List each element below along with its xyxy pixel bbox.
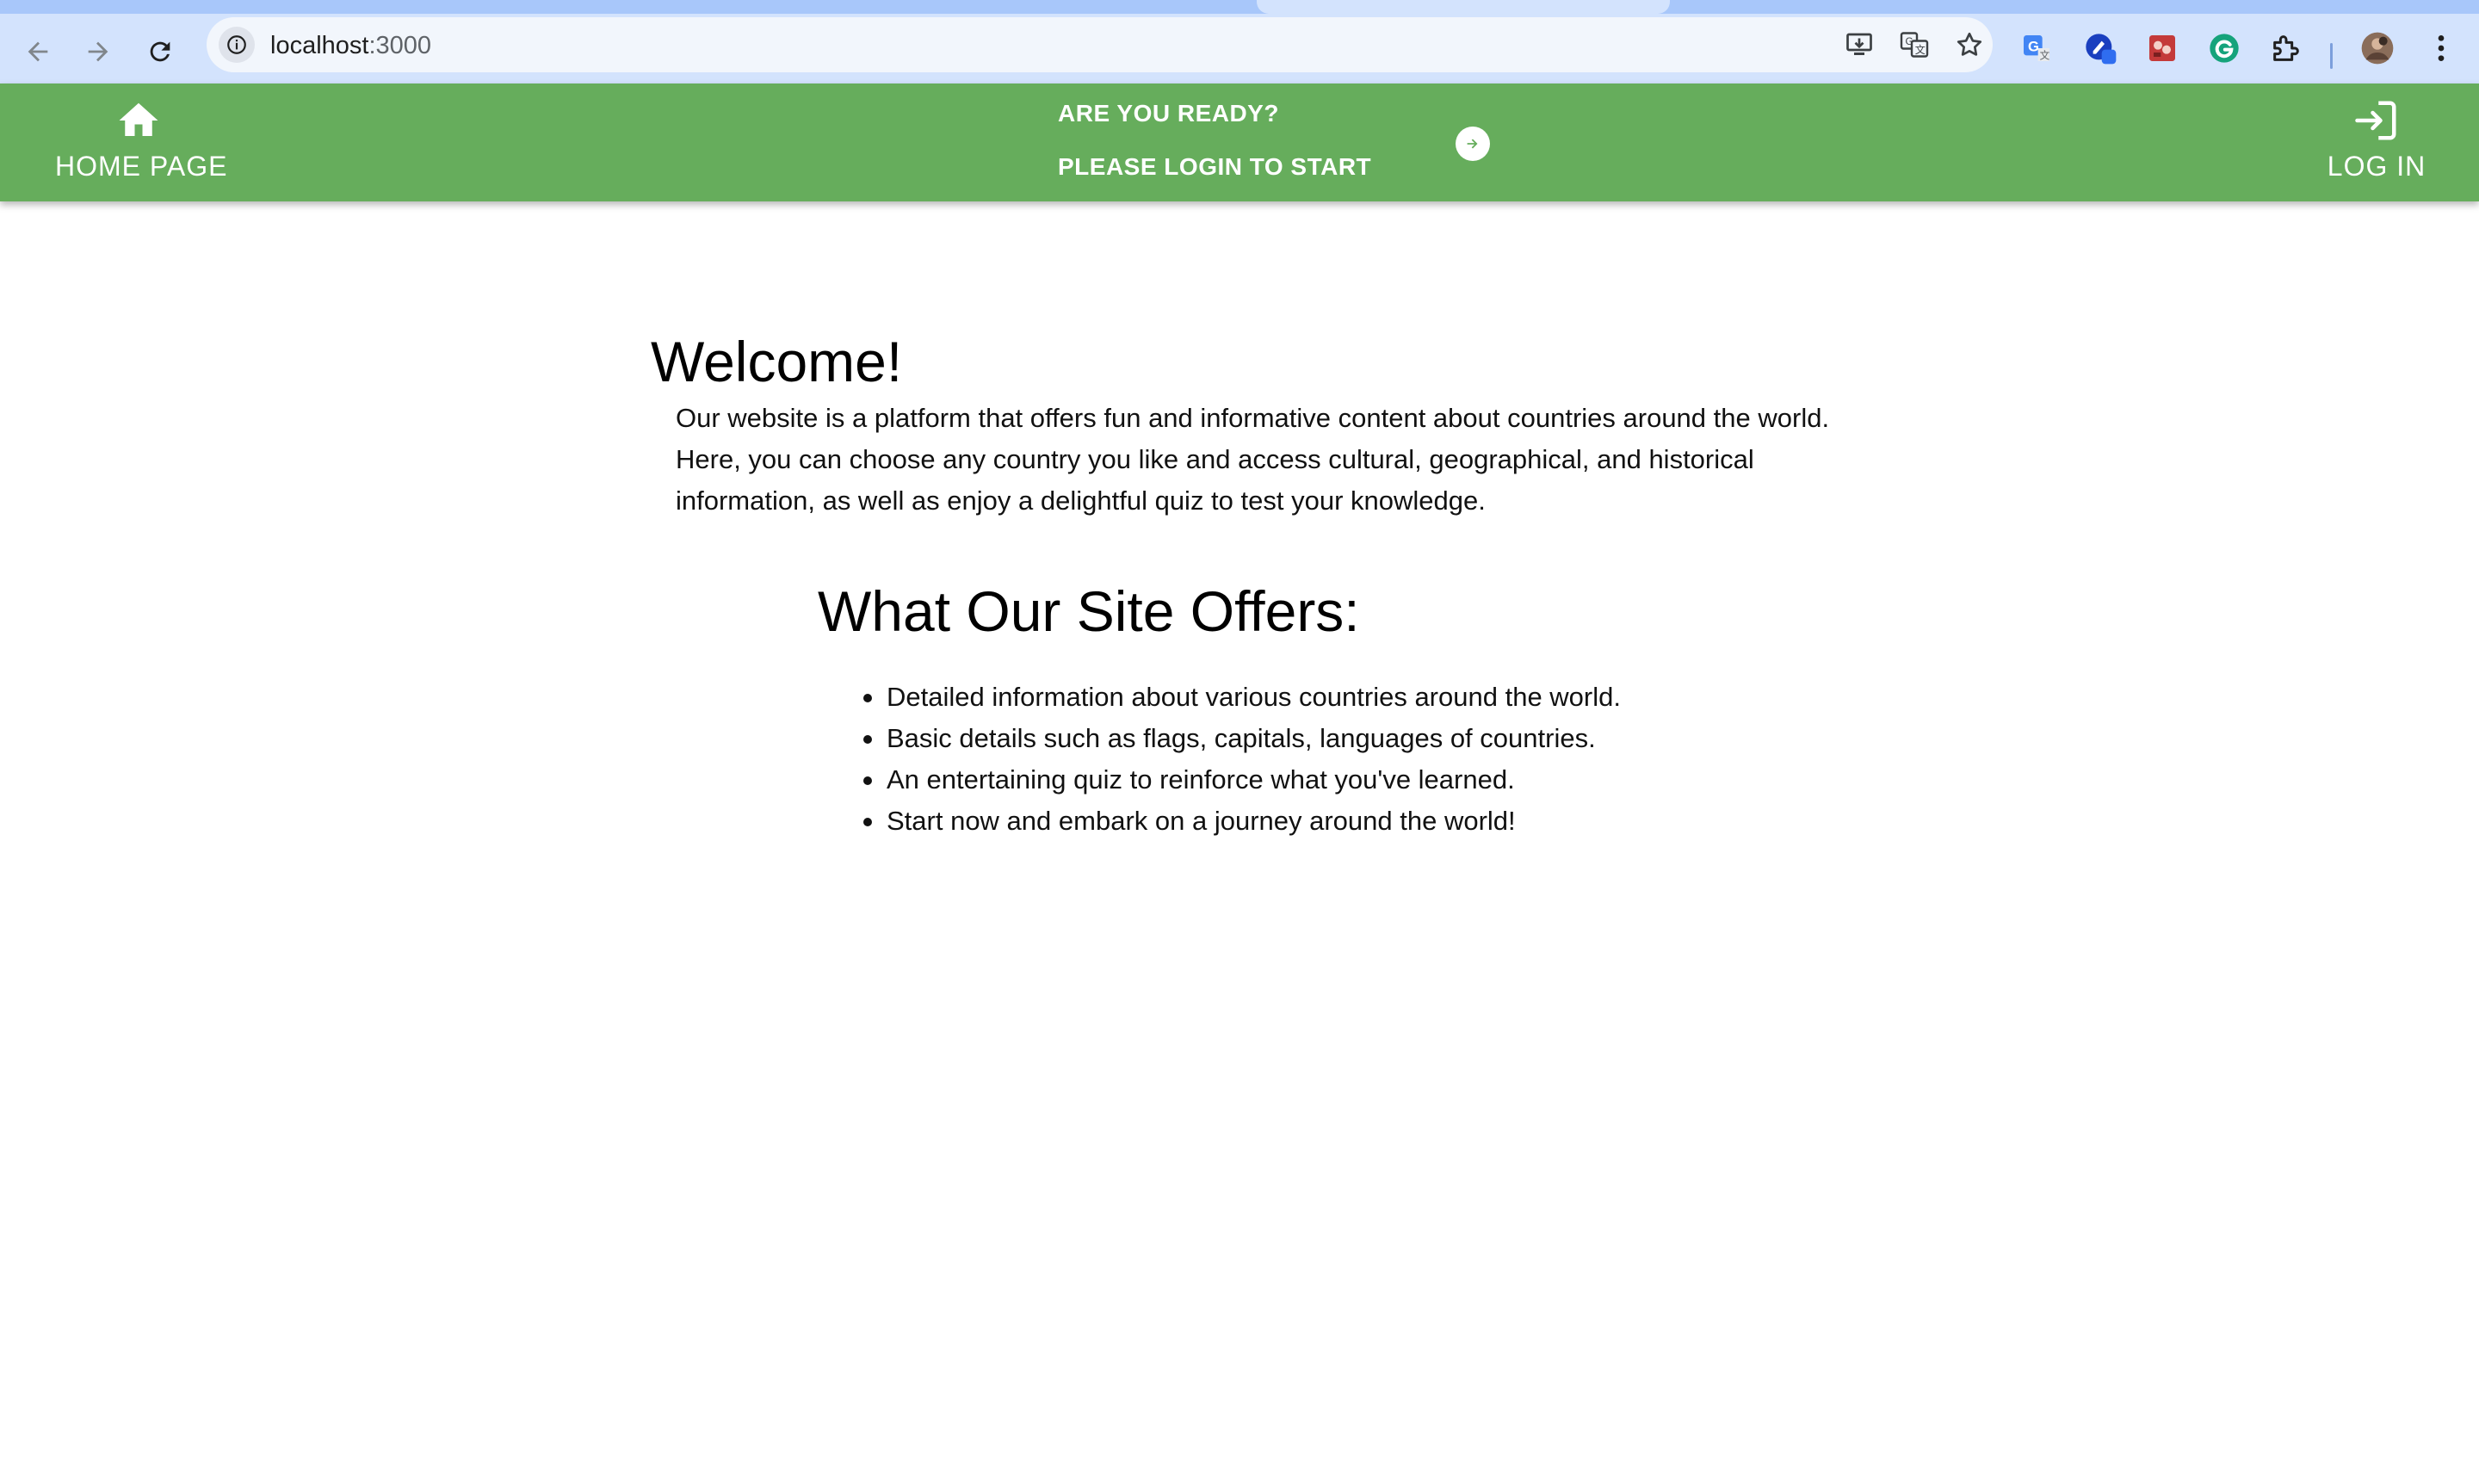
- bookmark-star-icon[interactable]: [1950, 26, 1988, 64]
- list-item: Start now and embark on a journey around…: [863, 801, 1621, 842]
- tab-strip: [0, 0, 2479, 14]
- promo-line-2: PLEASE LOGIN TO START: [1058, 153, 1372, 180]
- kebab-menu-icon[interactable]: [2419, 26, 2464, 71]
- promo-message: ARE YOU READY? PLEASE LOGIN TO START: [1058, 99, 1371, 182]
- site-info-icon[interactable]: [219, 27, 255, 63]
- promo-line-1: ARE YOU READY?: [1058, 100, 1279, 127]
- offers-list: Detailed information about various count…: [863, 677, 1621, 842]
- grammarly-icon[interactable]: [2202, 26, 2247, 71]
- list-item: Detailed information about various count…: [863, 677, 1621, 718]
- toolbar-separator: [2330, 43, 2333, 69]
- login-link[interactable]: LOG IN: [2321, 97, 2433, 189]
- puzzle-extensions-icon[interactable]: [2264, 26, 2309, 71]
- url-port: :3000: [368, 32, 432, 59]
- pen-extension-icon[interactable]: [2078, 26, 2123, 71]
- arrow-circle-right-icon[interactable]: [1456, 127, 1490, 161]
- app-header: HOME PAGE ARE YOU READY? PLEASE LOGIN TO…: [0, 83, 2479, 201]
- offers-title: What Our Site Offers:: [818, 579, 1360, 643]
- address-bar[interactable]: localhost:3000 G文: [207, 17, 1993, 72]
- svg-text:文: 文: [1915, 43, 1926, 56]
- svg-text:文: 文: [2040, 50, 2050, 62]
- red-extension-icon[interactable]: [2140, 26, 2185, 71]
- welcome-title: Welcome!: [651, 330, 903, 393]
- reload-button[interactable]: [136, 28, 184, 76]
- intro-paragraph: Our website is a platform that offers fu…: [676, 403, 1830, 516]
- arrow-left-icon: [28, 41, 48, 62]
- url-host: localhost: [270, 32, 369, 59]
- info-icon: [227, 35, 246, 54]
- active-tab[interactable]: [1257, 0, 1670, 14]
- back-button[interactable]: [14, 28, 62, 76]
- browser-chrome: localhost:3000 G文 G文: [0, 0, 2479, 83]
- login-label: LOG IN: [2327, 151, 2426, 182]
- profile-avatar[interactable]: [2355, 26, 2400, 71]
- list-item: Basic details such as flags, capitals, l…: [863, 718, 1621, 759]
- login-icon: [2355, 101, 2396, 140]
- home-page-link[interactable]: HOME PAGE: [55, 97, 228, 189]
- browser-toolbar: localhost:3000 G文 G文: [0, 14, 2479, 83]
- translate-icon[interactable]: G文: [1895, 26, 1933, 64]
- svg-text:G: G: [2028, 38, 2039, 54]
- home-page-label: HOME PAGE: [55, 151, 228, 182]
- arrow-right-icon: [88, 41, 108, 62]
- home-icon: [119, 102, 158, 136]
- google-translate-extension-icon[interactable]: G文: [2014, 26, 2059, 71]
- list-item: An entertaining quiz to reinforce what y…: [863, 759, 1621, 801]
- forward-button[interactable]: [74, 28, 122, 76]
- url-text[interactable]: localhost:3000: [270, 32, 431, 60]
- reload-icon: [150, 41, 170, 62]
- install-app-icon[interactable]: [1840, 26, 1878, 64]
